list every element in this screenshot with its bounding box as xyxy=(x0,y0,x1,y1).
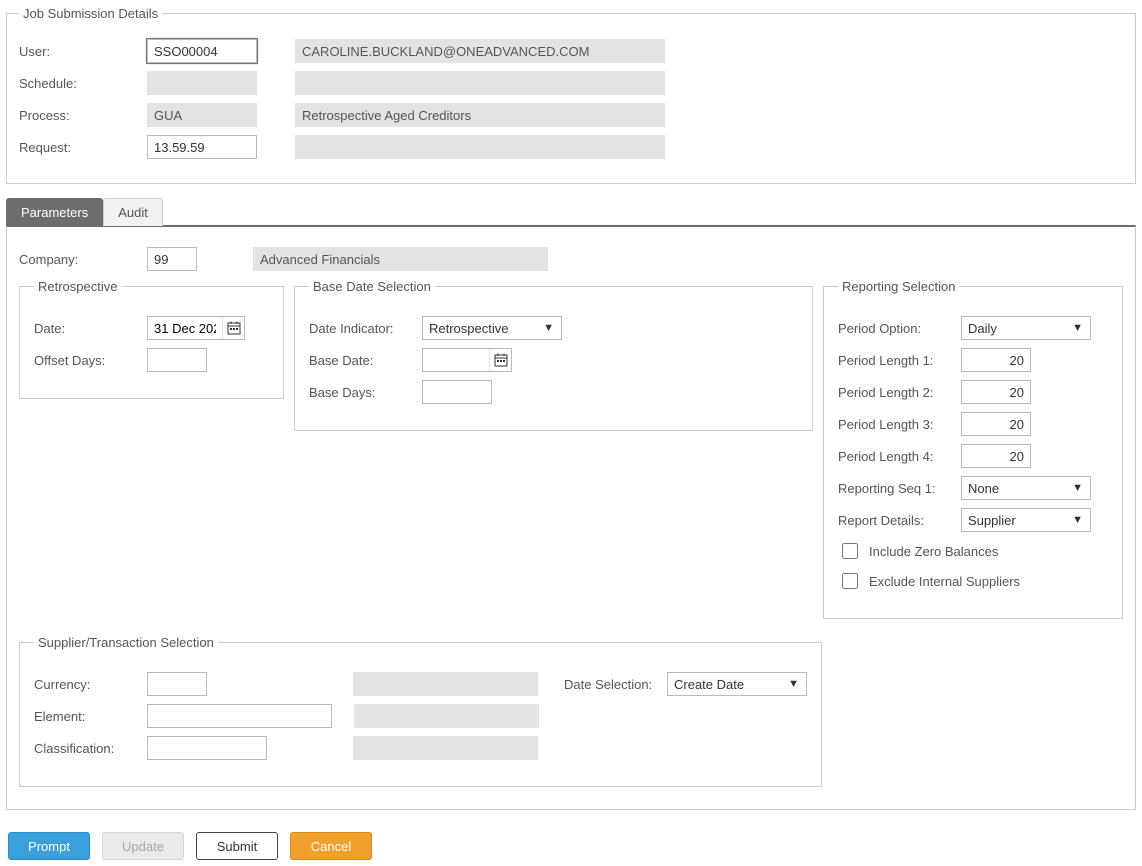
element-input[interactable] xyxy=(147,704,332,728)
classification-label: Classification: xyxy=(34,741,139,756)
request-input[interactable] xyxy=(147,135,257,159)
request-label: Request: xyxy=(19,140,139,155)
retro-date-input[interactable] xyxy=(148,317,222,339)
tabs: Parameters Audit xyxy=(6,198,1136,226)
reporting-title: Reporting Selection xyxy=(838,279,959,294)
seq1-select[interactable]: None xyxy=(961,476,1091,500)
retro-date-field xyxy=(147,316,245,340)
calendar-icon[interactable] xyxy=(222,317,244,339)
base-date-fieldset: Base Date Selection Date Indicator: Retr… xyxy=(294,279,813,431)
period-option-select[interactable]: Daily xyxy=(961,316,1091,340)
retro-date-label: Date: xyxy=(34,321,139,336)
job-submission-title: Job Submission Details xyxy=(19,6,162,21)
base-days-input[interactable] xyxy=(422,380,492,404)
pl4-input[interactable] xyxy=(961,444,1031,468)
element-label: Element: xyxy=(34,709,139,724)
exclude-internal-label: Exclude Internal Suppliers xyxy=(869,574,1020,589)
currency-desc-box xyxy=(353,672,538,696)
currency-input[interactable] xyxy=(147,672,207,696)
calendar-icon[interactable] xyxy=(489,349,511,371)
user-id-input[interactable] xyxy=(147,39,257,63)
process-desc-box: Retrospective Aged Creditors xyxy=(295,103,665,127)
pl4-label: Period Length 4: xyxy=(838,449,953,464)
date-selection-select[interactable]: Create Date xyxy=(667,672,807,696)
schedule-input xyxy=(147,71,257,95)
base-date-field xyxy=(422,348,512,372)
user-label: User: xyxy=(19,44,139,59)
base-date-title: Base Date Selection xyxy=(309,279,435,294)
company-label: Company: xyxy=(19,252,139,267)
company-input[interactable] xyxy=(147,247,197,271)
base-date-input[interactable] xyxy=(423,349,489,371)
pl2-label: Period Length 2: xyxy=(838,385,953,400)
process-box: GUA xyxy=(147,103,257,127)
classification-input[interactable] xyxy=(147,736,267,760)
job-submission-panel: Job Submission Details User: CAROLINE.BU… xyxy=(6,6,1136,184)
include-zero-checkbox[interactable] xyxy=(842,543,858,559)
base-indicator-select[interactable]: Retrospective xyxy=(422,316,562,340)
supplier-title: Supplier/Transaction Selection xyxy=(34,635,218,650)
parameters-panel: Company: Advanced Financials Retrospecti… xyxy=(6,225,1136,810)
schedule-desc-box xyxy=(295,71,665,95)
pl3-input[interactable] xyxy=(961,412,1031,436)
base-days-label: Base Days: xyxy=(309,385,414,400)
schedule-label: Schedule: xyxy=(19,76,139,91)
user-desc-box: CAROLINE.BUCKLAND@ONEADVANCED.COM xyxy=(295,39,665,63)
update-button: Update xyxy=(102,832,184,860)
pl3-label: Period Length 3: xyxy=(838,417,953,432)
classification-desc-box xyxy=(353,736,538,760)
pl2-input[interactable] xyxy=(961,380,1031,404)
element-desc-box xyxy=(354,704,539,728)
tab-parameters[interactable]: Parameters xyxy=(6,198,103,226)
retro-offset-label: Offset Days: xyxy=(34,353,139,368)
seq1-label: Reporting Seq 1: xyxy=(838,481,953,496)
pl1-input[interactable] xyxy=(961,348,1031,372)
date-selection-label: Date Selection: xyxy=(564,677,659,692)
tab-audit[interactable]: Audit xyxy=(103,198,163,226)
request-desc-box xyxy=(295,135,665,159)
exclude-internal-checkbox[interactable] xyxy=(842,573,858,589)
pl1-label: Period Length 1: xyxy=(838,353,953,368)
submit-button[interactable]: Submit xyxy=(196,832,278,860)
report-details-select[interactable]: Supplier xyxy=(961,508,1091,532)
button-bar: Prompt Update Submit Cancel xyxy=(6,832,1136,860)
base-indicator-label: Date Indicator: xyxy=(309,321,414,336)
cancel-button[interactable]: Cancel xyxy=(290,832,372,860)
report-details-label: Report Details: xyxy=(838,513,953,528)
base-date-label: Base Date: xyxy=(309,353,414,368)
company-desc-box: Advanced Financials xyxy=(253,247,548,271)
retrospective-fieldset: Retrospective Date: Offset Days: xyxy=(19,279,284,399)
supplier-fieldset: Supplier/Transaction Selection Currency:… xyxy=(19,635,822,787)
period-option-label: Period Option: xyxy=(838,321,953,336)
reporting-fieldset: Reporting Selection Period Option: Daily… xyxy=(823,279,1123,619)
include-zero-label: Include Zero Balances xyxy=(869,544,998,559)
retro-offset-input[interactable] xyxy=(147,348,207,372)
retrospective-title: Retrospective xyxy=(34,279,121,294)
process-label: Process: xyxy=(19,108,139,123)
prompt-button[interactable]: Prompt xyxy=(8,832,90,860)
currency-label: Currency: xyxy=(34,677,139,692)
